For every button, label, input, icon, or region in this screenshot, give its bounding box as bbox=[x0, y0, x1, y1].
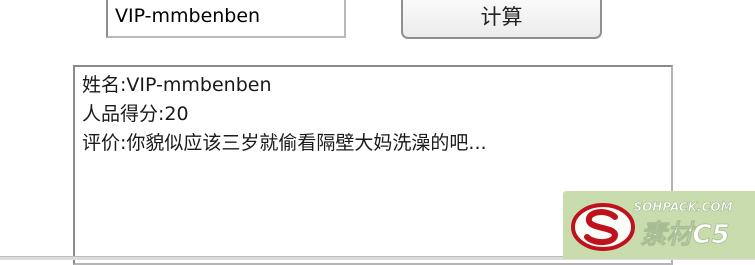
site-watermark: SOHPACK.COM 素材C5 bbox=[563, 191, 755, 259]
watermark-site-text: SOHPACK.COM bbox=[633, 200, 732, 214]
result-name-line: 姓名:VIP-mmbenben bbox=[82, 74, 272, 96]
name-input[interactable]: VIP-mmbenben bbox=[106, 0, 346, 38]
result-comment-line: 评价:你貌似应该三岁就偷看隔壁大妈洗澡的吧... bbox=[82, 132, 487, 154]
calculate-button[interactable]: 计算 bbox=[401, 0, 602, 39]
result-score-line: 人品得分:20 bbox=[82, 103, 189, 125]
soupack-logo-icon bbox=[571, 203, 635, 251]
watermark-brand-text: 素材C5 bbox=[640, 220, 729, 250]
